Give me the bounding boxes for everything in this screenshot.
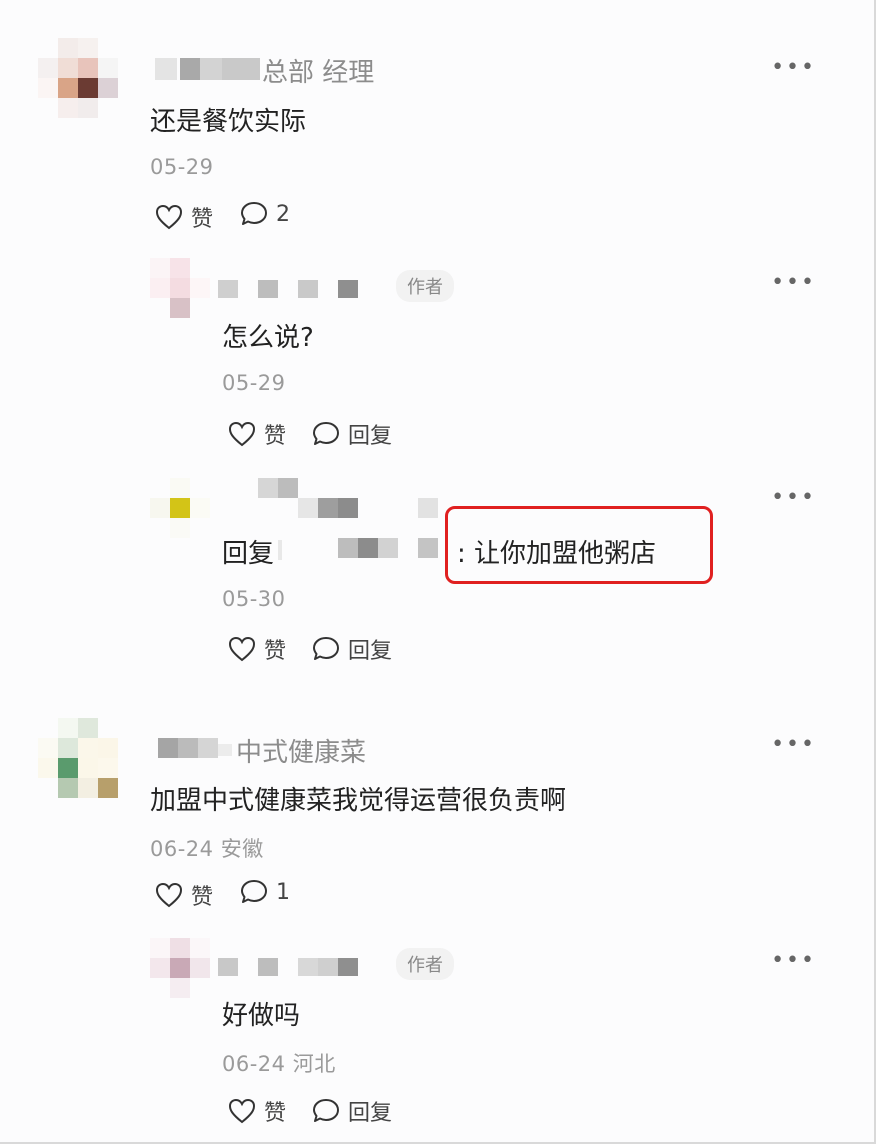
like-label: 赞 — [191, 885, 214, 910]
blurred-name — [298, 958, 318, 976]
blurred-mention — [278, 540, 282, 560]
reply-label: 回复 — [348, 639, 393, 664]
heart-icon — [228, 636, 256, 662]
blurred-name — [318, 958, 338, 976]
heart-icon — [228, 421, 256, 447]
like-button[interactable]: 赞 — [155, 201, 213, 233]
more-icon[interactable]: ••• — [771, 57, 816, 79]
comment-date: 06-24 安徽 — [150, 837, 264, 861]
comment-text: 好做吗 — [222, 1001, 301, 1031]
more-icon[interactable]: ••• — [771, 487, 816, 509]
reply-count: 1 — [276, 879, 290, 905]
blurred-name — [198, 738, 218, 758]
avatar[interactable] — [38, 718, 118, 798]
comment-text: 怎么说? — [222, 323, 314, 353]
blurred-name — [258, 478, 278, 498]
blurred-name — [218, 744, 232, 756]
reply-label: 回复 — [348, 1101, 393, 1126]
blurred-name — [338, 498, 358, 518]
like-button[interactable]: 赞 — [228, 418, 286, 450]
blurred-name — [218, 958, 238, 976]
blurred-name — [278, 478, 298, 498]
blurred-mention — [378, 538, 398, 558]
reply-label: 回复 — [348, 424, 393, 449]
speech-bubble-icon — [313, 422, 339, 445]
blurred-mention — [358, 538, 378, 558]
blurred-name — [318, 498, 338, 518]
reply-button[interactable]: 回复 — [312, 633, 392, 665]
avatar[interactable] — [150, 938, 210, 998]
reply-button[interactable]: 2 — [240, 201, 290, 227]
more-icon[interactable]: ••• — [771, 272, 816, 294]
blurred-name — [418, 498, 438, 518]
heart-icon — [228, 1098, 256, 1124]
more-icon[interactable]: ••• — [771, 734, 816, 756]
blurred-name — [298, 280, 318, 298]
blurred-name — [218, 280, 238, 298]
reply-button[interactable]: 回复 — [312, 1095, 392, 1127]
comment-text: 还是餐饮实际 — [150, 107, 307, 137]
reply-button[interactable]: 1 — [240, 879, 290, 905]
comment-text: 加盟中式健康菜我觉得运营很负责啊 — [150, 786, 567, 816]
blurred-name — [222, 58, 260, 80]
like-label: 赞 — [264, 1101, 287, 1126]
blurred-name — [258, 958, 278, 976]
blurred-name — [338, 280, 358, 298]
heart-icon — [155, 204, 183, 230]
like-button[interactable]: 赞 — [228, 1095, 286, 1127]
highlight-box — [445, 506, 713, 584]
avatar[interactable] — [38, 38, 118, 118]
like-label: 赞 — [264, 639, 287, 664]
comment-author[interactable]: 总部 经理 — [262, 52, 374, 89]
blurred-name — [298, 498, 318, 518]
avatar[interactable] — [150, 478, 210, 538]
comment-date: 05-30 — [222, 587, 286, 611]
heart-icon — [155, 882, 183, 908]
like-label: 赞 — [191, 207, 214, 232]
comment-date: 05-29 — [222, 371, 286, 395]
speech-bubble-icon — [313, 637, 339, 660]
comment-date: 05-29 — [150, 155, 214, 179]
author-badge: 作者 — [396, 948, 454, 980]
like-button[interactable]: 赞 — [228, 633, 286, 665]
avatar[interactable] — [150, 258, 210, 318]
blurred-name — [178, 738, 198, 758]
speech-bubble-icon — [241, 880, 267, 903]
reply-prefix: 回复 — [222, 539, 275, 569]
speech-bubble-icon — [241, 202, 267, 225]
blurred-name — [200, 58, 222, 80]
blurred-name — [155, 58, 177, 80]
blurred-name — [158, 738, 178, 758]
blurred-name — [180, 58, 200, 80]
blurred-mention — [418, 538, 438, 558]
blurred-name — [258, 280, 278, 298]
author-badge: 作者 — [396, 270, 454, 302]
comment-author[interactable]: 中式健康菜 — [236, 732, 366, 769]
comment-date: 06-24 河北 — [222, 1052, 336, 1076]
reply-count: 2 — [276, 201, 290, 227]
more-icon[interactable]: ••• — [771, 950, 816, 972]
blurred-mention — [338, 538, 358, 558]
reply-button[interactable]: 回复 — [312, 418, 392, 450]
like-label: 赞 — [264, 424, 287, 449]
like-button[interactable]: 赞 — [155, 879, 213, 911]
speech-bubble-icon — [313, 1099, 339, 1122]
comment-list: 总部 经理 ••• 还是餐饮实际 05-29 赞 2 作者 ••• 怎么说? 0… — [0, 0, 876, 1144]
blurred-name — [338, 958, 358, 976]
